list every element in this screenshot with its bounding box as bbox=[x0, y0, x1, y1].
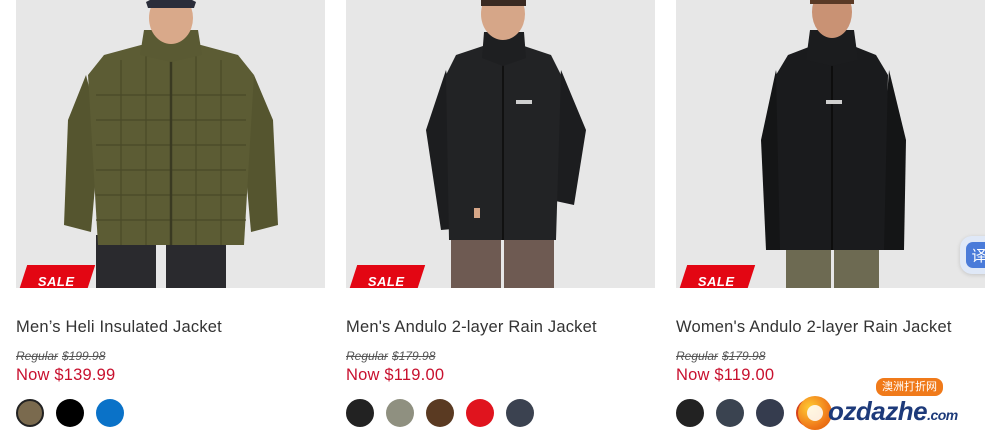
product-card: SALE Men's Andulo 2-layer Rain Jacket Re… bbox=[346, 0, 655, 434]
product-image[interactable]: SALE bbox=[676, 0, 985, 288]
sale-badge: SALE bbox=[16, 265, 96, 289]
sale-price: Now $119.00 bbox=[676, 366, 775, 384]
product-grid: SALE Men’s Heli Insulated Jacket Regular… bbox=[0, 0, 985, 434]
color-swatch[interactable] bbox=[16, 399, 44, 427]
watermark-ring-icon bbox=[798, 396, 832, 430]
regular-price-value: $179.98 bbox=[392, 349, 436, 363]
color-swatch[interactable] bbox=[346, 399, 374, 427]
color-swatch[interactable] bbox=[716, 399, 744, 427]
product-title[interactable]: Men’s Heli Insulated Jacket bbox=[16, 318, 336, 337]
sale-badge-label: SALE bbox=[697, 273, 735, 289]
regular-label: Regular bbox=[346, 349, 389, 363]
regular-label: Regular bbox=[16, 349, 59, 363]
product-title[interactable]: Women's Andulo 2-layer Rain Jacket bbox=[676, 318, 985, 337]
color-swatch[interactable] bbox=[96, 399, 124, 427]
product-photo-women-andulo bbox=[676, 0, 985, 288]
product-image[interactable]: SALE bbox=[16, 0, 325, 288]
color-swatch[interactable] bbox=[386, 399, 414, 427]
watermark-main: ozdazhe bbox=[828, 396, 928, 426]
sale-price: Now $119.00 bbox=[346, 366, 445, 384]
sale-badge: SALE bbox=[346, 265, 426, 289]
regular-price: Regular $179.98 bbox=[676, 349, 765, 363]
regular-price: Regular $179.98 bbox=[346, 349, 435, 363]
sale-price: Now $139.99 bbox=[16, 366, 116, 384]
regular-label: Regular bbox=[676, 349, 719, 363]
regular-price: Regular $199.98 bbox=[16, 349, 105, 363]
sale-badge-label: SALE bbox=[37, 273, 75, 289]
translate-button[interactable]: 译 bbox=[960, 236, 985, 274]
product-photo-men-andulo bbox=[346, 0, 655, 288]
watermark-suffix: .com bbox=[927, 407, 958, 423]
product-card: SALE Women's Andulo 2-layer Rain Jacket … bbox=[676, 0, 985, 434]
product-photo-men-heli bbox=[16, 0, 325, 288]
product-image[interactable]: SALE bbox=[346, 0, 655, 288]
color-swatch[interactable] bbox=[676, 399, 704, 427]
product-title[interactable]: Men's Andulo 2-layer Rain Jacket bbox=[346, 318, 666, 337]
color-swatch[interactable] bbox=[466, 399, 494, 427]
product-card: SALE Men’s Heli Insulated Jacket Regular… bbox=[16, 0, 325, 434]
watermark-text: ozdazhe.com bbox=[828, 396, 958, 427]
regular-price-value: $199.98 bbox=[62, 349, 106, 363]
color-swatch[interactable] bbox=[426, 399, 454, 427]
color-swatch[interactable] bbox=[756, 399, 784, 427]
regular-price-value: $179.98 bbox=[722, 349, 766, 363]
sale-badge-label: SALE bbox=[367, 273, 405, 289]
translate-glyph: 译 bbox=[971, 246, 985, 265]
color-swatch[interactable] bbox=[56, 399, 84, 427]
translate-icon: 译 bbox=[966, 242, 985, 268]
color-swatch[interactable] bbox=[506, 399, 534, 427]
watermark-tag: 澳洲打折网 bbox=[876, 378, 943, 396]
sale-badge: SALE bbox=[676, 265, 756, 289]
watermark-logo: 澳洲打折网 ozdazhe.com bbox=[798, 378, 975, 430]
